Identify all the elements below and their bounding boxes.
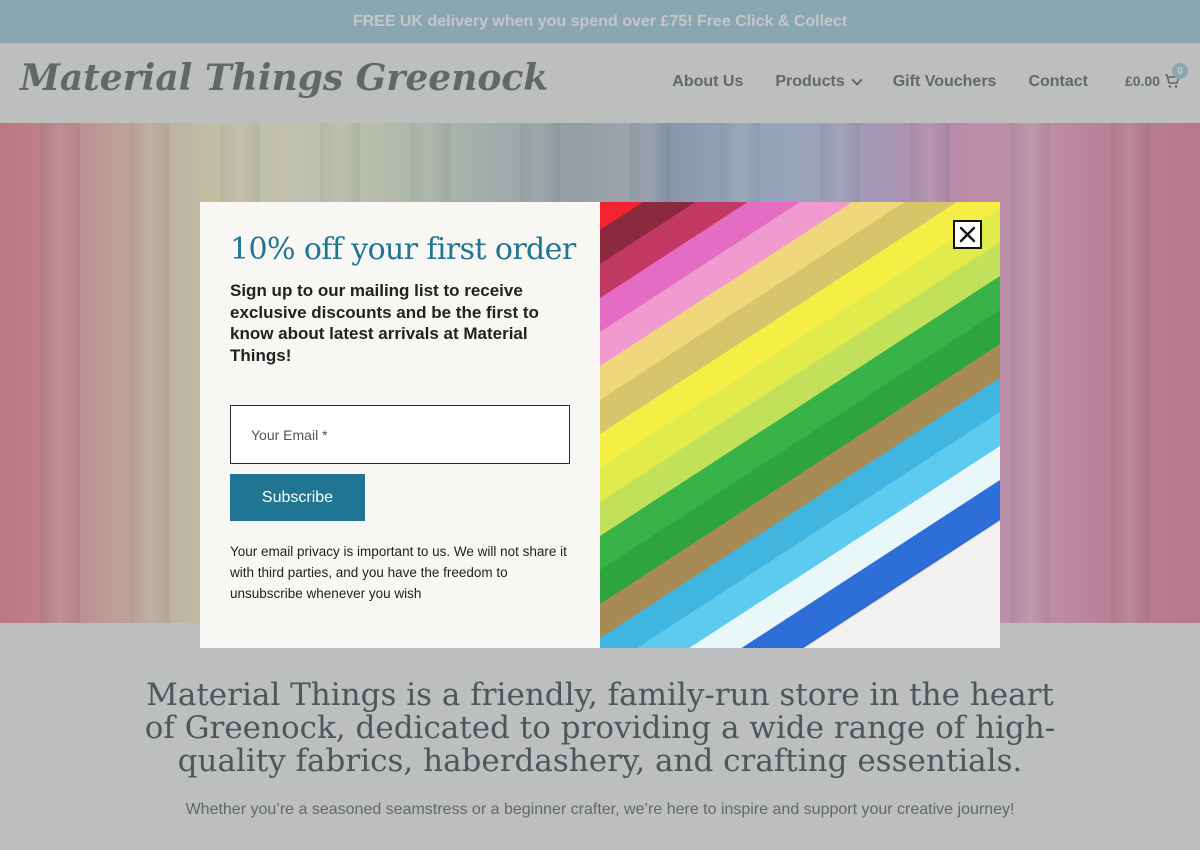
popup-content: 10% off your first order Sign up to our …: [200, 202, 600, 648]
close-button[interactable]: [953, 220, 982, 249]
email-field[interactable]: [230, 405, 570, 464]
privacy-notice: Your email privacy is important to us. W…: [230, 544, 567, 601]
fabric-image: [600, 202, 1000, 648]
subscribe-button[interactable]: Subscribe: [230, 474, 365, 521]
newsletter-popup: 10% off your first order Sign up to our …: [200, 202, 1000, 648]
popup-title: 10% off your first order: [230, 232, 576, 267]
popup-description: Sign up to our mailing list to receive e…: [230, 281, 539, 365]
close-icon: [959, 226, 976, 243]
fabric-swatches-image: [600, 202, 1000, 648]
